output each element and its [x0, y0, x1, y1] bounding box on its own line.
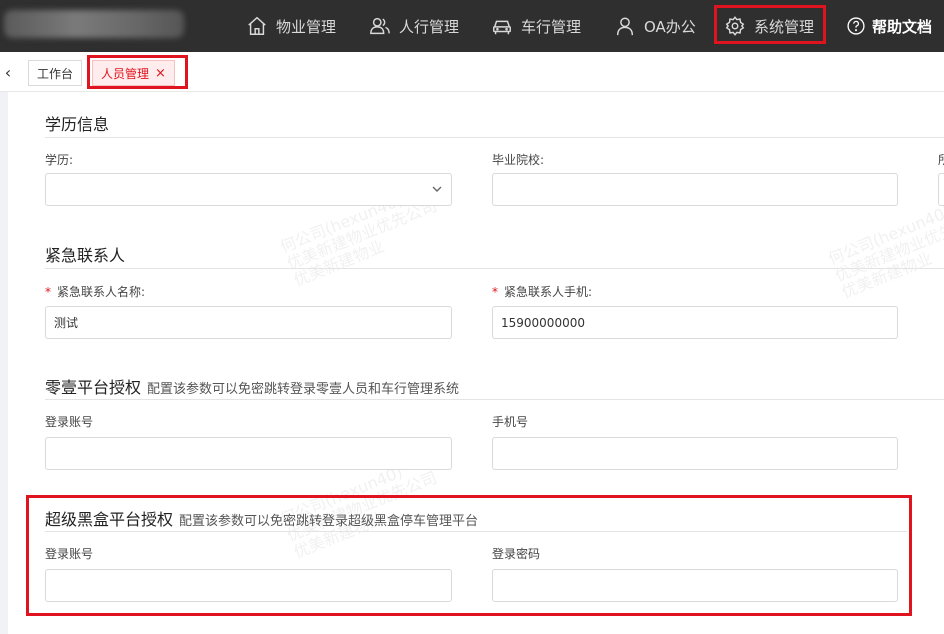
section-divider: [45, 268, 944, 269]
required-mark: *: [492, 285, 498, 299]
nav-oa-label: OA办公: [644, 17, 696, 36]
emergency-name-label-text: 紧急联系人名称:: [57, 285, 146, 299]
emergency-phone-value: 15900000000: [501, 315, 585, 330]
tab-workbench-label: 工作台: [37, 66, 74, 81]
highlight-blackbox-section: [26, 495, 912, 616]
question-circle-icon: [847, 17, 865, 35]
nav-help-label: 帮助文档: [872, 17, 933, 36]
lingyi-phone-label: 手机号: [492, 415, 529, 429]
third-field-label: 所: [938, 151, 944, 168]
lingyi-account-label: 登录账号: [45, 415, 94, 429]
degree-label: 学历:: [45, 153, 74, 167]
lingyi-title-text: 零壹平台授权: [45, 378, 142, 397]
car-icon: [493, 20, 511, 35]
person-icon: [616, 17, 634, 36]
school-input[interactable]: [492, 173, 898, 206]
chevron-down-icon: [432, 186, 442, 192]
nav-pedestrian-label: 人行管理: [399, 17, 460, 36]
section-divider: [45, 137, 944, 138]
users-icon: [370, 17, 390, 35]
highlight-system-management: [714, 5, 826, 44]
emergency-phone-label-text: 紧急联系人手机:: [504, 285, 593, 299]
nav-oa-office[interactable]: OA办公: [614, 0, 696, 52]
lingyi-phone-input[interactable]: [492, 437, 898, 470]
emergency-phone-input[interactable]: 15900000000: [492, 306, 898, 339]
nav-property-management[interactable]: 物业管理: [246, 0, 336, 52]
emergency-name-value: 测试: [54, 316, 79, 330]
nav-property-label: 物业管理: [276, 17, 337, 36]
left-gutter: [0, 92, 8, 634]
emergency-name-label: * 紧急联系人名称:: [45, 283, 145, 300]
required-mark: *: [45, 285, 51, 299]
emergency-name-input[interactable]: 测试: [45, 306, 452, 339]
tab-back-arrow[interactable]: ‹: [0, 58, 16, 86]
third-field-input[interactable]: [938, 173, 944, 206]
nav-help-docs[interactable]: 帮助文档: [846, 0, 932, 52]
emergency-phone-label: * 紧急联系人手机:: [492, 283, 592, 300]
education-section-title: 学历信息: [45, 115, 110, 134]
school-label: 毕业院校:: [492, 153, 545, 167]
lingyi-account-input[interactable]: [45, 437, 452, 470]
section-divider: [45, 399, 944, 400]
blurred-logo: [4, 10, 184, 38]
nav-pedestrian-management[interactable]: 人行管理: [369, 0, 459, 52]
nav-vehicle-management[interactable]: 车行管理: [491, 0, 581, 52]
lingyi-subtitle: 配置该参数可以免密跳转登录零壹人员和车行管理系统: [147, 382, 460, 397]
emergency-section-title: 紧急联系人: [45, 246, 126, 265]
nav-vehicle-label: 车行管理: [521, 17, 582, 36]
lingyi-section-title: 零壹平台授权 配置该参数可以免密跳转登录零壹人员和车行管理系统: [45, 374, 459, 398]
home-icon: [248, 16, 266, 35]
degree-select[interactable]: [45, 173, 452, 206]
highlight-personnel-tab: [87, 55, 188, 89]
tab-workbench[interactable]: 工作台: [28, 60, 83, 86]
